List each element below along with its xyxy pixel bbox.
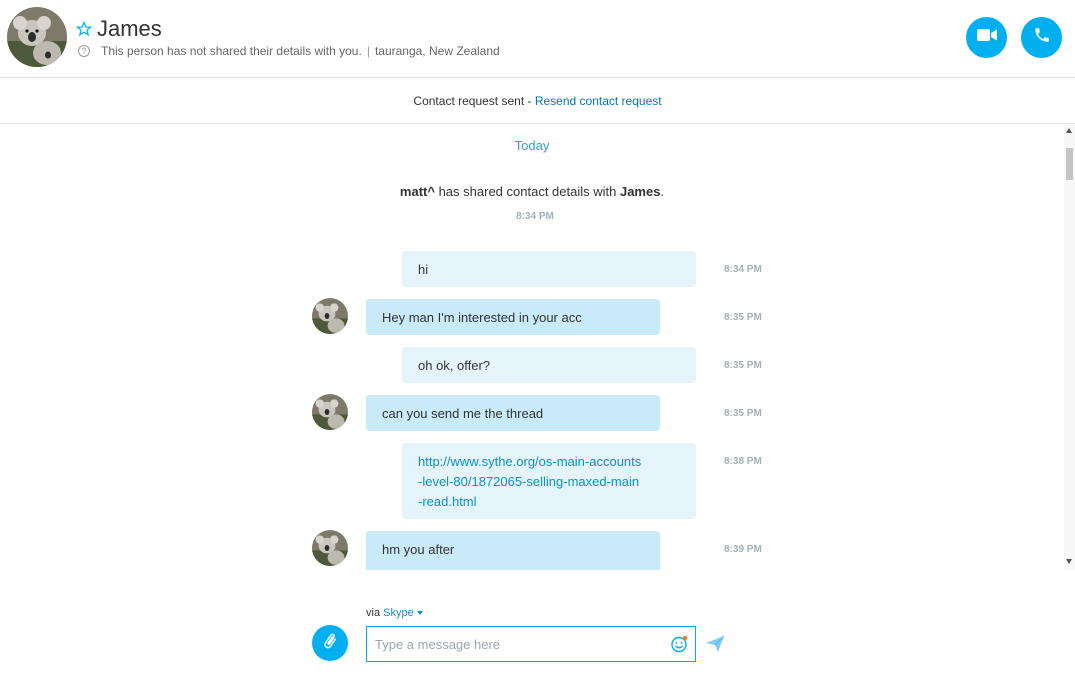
emoji-icon[interactable] xyxy=(670,635,688,653)
system-message: matt^ has shared contact details with Ja… xyxy=(0,184,1064,199)
message-bubble-incoming[interactable]: Hey man I'm interested in your acc xyxy=(366,299,660,335)
star-icon[interactable] xyxy=(75,20,93,37)
system-text: has shared contact details with xyxy=(434,184,620,199)
message-bubble-outgoing[interactable]: oh ok, offer? xyxy=(402,347,696,383)
details-separator: | xyxy=(366,44,370,58)
message-time: 8:35 PM xyxy=(724,312,762,323)
contact-avatar[interactable] xyxy=(7,7,67,67)
message-text: hi xyxy=(418,262,429,277)
message-input[interactable] xyxy=(375,627,665,661)
message-link-line[interactable]: -level-80/1872065-selling-maxed-main xyxy=(418,472,680,492)
scroll-thumb[interactable] xyxy=(1066,148,1073,180)
contact-request-bar: Contact request sent - Resend contact re… xyxy=(0,78,1075,124)
system-from: matt^ xyxy=(399,184,435,199)
message-bubble-incoming[interactable]: hm you after xyxy=(366,531,660,570)
audio-call-button[interactable] xyxy=(1021,17,1062,58)
scroll-down-arrow[interactable] xyxy=(1066,559,1072,564)
system-message-time: 8:34 PM xyxy=(516,211,554,222)
conversation-header: James ? This person has not shared their… xyxy=(0,0,1075,78)
contact-avatar-small[interactable] xyxy=(312,394,348,430)
contact-name[interactable]: James xyxy=(97,16,162,42)
contact-location: tauranga, New Zealand xyxy=(374,44,500,58)
conversation-scrollbar[interactable] xyxy=(1064,124,1075,570)
phone-icon xyxy=(1033,26,1051,49)
message-bubble-incoming[interactable]: can you send me the thread xyxy=(366,395,660,431)
service-name[interactable]: Skype xyxy=(383,607,414,619)
contact-details: This person has not shared their details… xyxy=(101,44,500,58)
attach-button[interactable] xyxy=(312,625,348,661)
message-bubble-outgoing[interactable]: hi xyxy=(402,251,696,287)
message-time: 8:35 PM xyxy=(724,408,762,419)
resend-contact-request-link[interactable]: Resend contact request xyxy=(535,94,662,108)
message-text: oh ok, offer? xyxy=(418,358,491,373)
message-bubble-outgoing[interactable]: http://www.sythe.org/os-main-accounts -l… xyxy=(402,443,696,519)
message-compose-box[interactable] xyxy=(366,626,696,662)
day-divider: Today xyxy=(514,138,550,153)
via-service-selector[interactable]: via Skype xyxy=(366,607,423,619)
message-text: hm you after xyxy=(382,542,455,557)
details-text: This person has not shared their details… xyxy=(101,44,362,58)
contact-avatar-small[interactable] xyxy=(312,298,348,334)
video-camera-icon xyxy=(976,28,997,47)
conversation-history[interactable]: Today matt^ has shared contact details w… xyxy=(0,124,1064,570)
message-time: 8:35 PM xyxy=(724,360,762,371)
info-icon: ? xyxy=(78,45,90,57)
message-time: 8:34 PM xyxy=(724,264,762,275)
message-link-line[interactable]: http://www.sythe.org/os-main-accounts xyxy=(418,452,680,472)
paperclip-icon xyxy=(321,632,339,655)
message-text: Hey man I'm interested in your acc xyxy=(382,310,582,325)
scroll-up-arrow[interactable] xyxy=(1066,128,1072,133)
system-to: James xyxy=(619,184,661,199)
message-time: 8:39 PM xyxy=(724,544,762,555)
request-status: Contact request sent - xyxy=(413,94,535,108)
send-icon[interactable] xyxy=(705,635,725,653)
chevron-down-icon[interactable] xyxy=(416,611,423,616)
message-link-line[interactable]: -read.html xyxy=(418,492,680,512)
message-time: 8:38 PM xyxy=(724,456,762,467)
message-text: can you send me the thread xyxy=(382,406,544,421)
system-end: . xyxy=(660,184,665,199)
via-label: via xyxy=(366,607,381,619)
video-call-button[interactable] xyxy=(966,17,1007,58)
contact-avatar-small[interactable] xyxy=(312,530,348,566)
